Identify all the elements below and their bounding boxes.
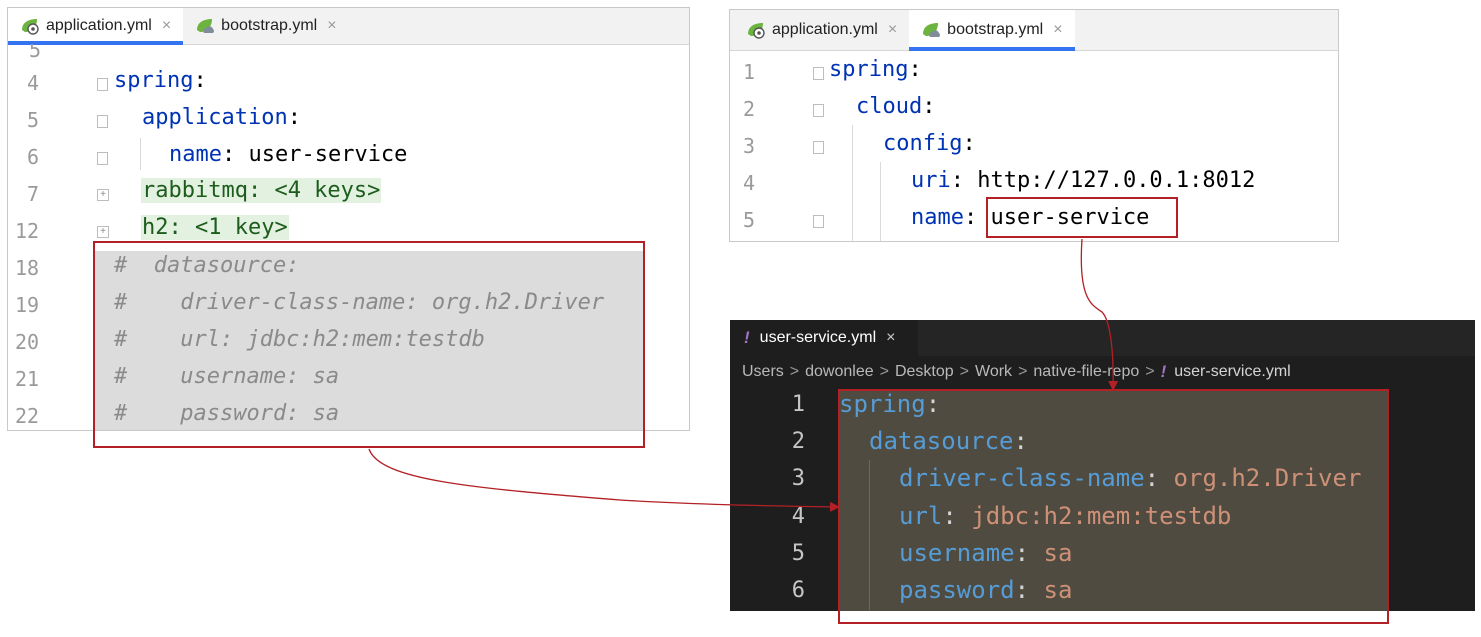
- line-number: 2: [743, 97, 756, 121]
- right-top-editor-tabbar: application.yml × bootstrap.yml ×: [730, 10, 1338, 51]
- line-number: 7: [27, 182, 40, 206]
- yaml-file-icon: !: [1160, 362, 1167, 381]
- folded-region[interactable]: h2: <1 key>: [141, 215, 289, 240]
- yaml-punct: :: [922, 94, 936, 119]
- yaml-file-icon: !: [744, 328, 750, 347]
- vscode-tabbar: ! user-service.yml ×: [730, 320, 1475, 356]
- line-number: 5: [27, 108, 40, 132]
- left-editor-tabbar: application.yml × bootstrap.yml ×: [8, 8, 689, 45]
- yaml-key: application: [142, 105, 288, 130]
- chevron-right-icon: >: [1018, 363, 1028, 380]
- spring-boot-cloud-icon: [923, 23, 941, 37]
- line-number: 1: [791, 392, 805, 417]
- chevron-right-icon: >: [1145, 363, 1155, 380]
- tab-label: bootstrap.yml: [221, 17, 318, 34]
- code-line: application:: [142, 105, 301, 130]
- line-number: 3: [791, 466, 805, 491]
- highlight-box-application-name: [986, 197, 1178, 238]
- breadcrumb-item[interactable]: Users: [742, 363, 784, 381]
- highlight-box-user-service-config: [838, 389, 1389, 624]
- breadcrumb-file[interactable]: user-service.yml: [1174, 363, 1290, 381]
- yaml-punct: :: [962, 131, 976, 156]
- spring-boot-config-icon: [22, 19, 39, 35]
- breadcrumb-item[interactable]: Work: [975, 363, 1012, 381]
- fold-end-marker-icon[interactable]: [813, 215, 824, 228]
- fold-marker-icon[interactable]: [813, 67, 824, 80]
- close-icon[interactable]: ×: [162, 17, 171, 35]
- fold-marker-icon[interactable]: [97, 115, 108, 128]
- tab-label: application.yml: [46, 17, 152, 34]
- line-number: 6: [791, 578, 805, 603]
- yaml-punct: :: [287, 105, 301, 130]
- yaml-punct: :: [908, 57, 922, 82]
- highlight-box-commented-datasource: [93, 241, 645, 448]
- fold-marker-icon[interactable]: [813, 104, 824, 117]
- spring-boot-cloud-icon: [197, 19, 215, 33]
- tab-label: bootstrap.yml: [947, 21, 1044, 38]
- indent-guide: [880, 162, 881, 241]
- line-number: 3: [743, 134, 756, 158]
- tab-application-yml[interactable]: application.yml ×: [730, 10, 909, 50]
- line-number: 21: [15, 367, 40, 391]
- yaml-key: spring: [829, 57, 909, 82]
- indent-guide: [852, 125, 853, 241]
- chevron-right-icon: >: [879, 363, 889, 380]
- breadcrumb-item[interactable]: native-file-repo: [1033, 363, 1139, 381]
- breadcrumb-item[interactable]: dowonlee: [805, 363, 874, 381]
- yaml-punct: :: [193, 68, 207, 93]
- line-number: 12: [15, 219, 40, 243]
- code-line: cloud:: [856, 94, 935, 119]
- code-line: name: user-service: [169, 142, 407, 167]
- yaml-value: http://127.0.0.1:8012: [977, 168, 1256, 193]
- line-number: 4: [791, 504, 805, 529]
- yaml-key: name: [169, 142, 222, 167]
- yaml-punct: :: [950, 168, 978, 193]
- close-icon[interactable]: ×: [327, 17, 336, 35]
- line-number: 18: [15, 256, 40, 280]
- yaml-key: uri: [911, 168, 951, 193]
- code-line: spring:: [114, 68, 207, 93]
- tab-application-yml[interactable]: application.yml ×: [8, 8, 184, 45]
- fold-marker-icon[interactable]: [97, 78, 108, 91]
- line-number: 22: [15, 404, 40, 428]
- spring-boot-config-icon: [748, 23, 765, 39]
- chevron-right-icon: >: [959, 363, 970, 380]
- tab-user-service-yml[interactable]: ! user-service.yml ×: [730, 320, 918, 356]
- yaml-punct: :: [221, 142, 249, 167]
- yaml-key: spring: [114, 68, 194, 93]
- folded-region[interactable]: rabbitmq: <4 keys>: [141, 178, 382, 203]
- yaml-value: user-service: [248, 142, 408, 167]
- code-line: uri: http://127.0.0.1:8012: [911, 168, 1255, 193]
- line-number: 4: [743, 171, 756, 195]
- yaml-key: config: [883, 131, 963, 156]
- expand-fold-icon[interactable]: +: [97, 189, 109, 201]
- line-number: 19: [15, 293, 40, 317]
- line-number: 4: [27, 71, 40, 95]
- line-number: 2: [791, 429, 805, 454]
- code-line: spring:: [829, 57, 922, 82]
- breadcrumb-item[interactable]: Desktop: [895, 363, 954, 381]
- yaml-key: cloud: [856, 94, 923, 119]
- yaml-key: name: [911, 205, 964, 230]
- code-line: config:: [883, 131, 976, 156]
- close-icon[interactable]: ×: [888, 21, 897, 39]
- close-icon[interactable]: ×: [886, 329, 895, 347]
- tab-bootstrap-yml[interactable]: bootstrap.yml ×: [183, 8, 348, 44]
- fold-end-marker-icon[interactable]: [97, 152, 108, 165]
- line-number: 6: [27, 145, 40, 169]
- fold-marker-icon[interactable]: [813, 141, 824, 154]
- line-number: 5: [791, 541, 805, 566]
- close-icon[interactable]: ×: [1053, 21, 1062, 39]
- indent-guide: [140, 138, 141, 170]
- tab-label: application.yml: [772, 21, 878, 38]
- line-number: 1: [743, 60, 756, 84]
- line-number: 20: [15, 330, 40, 354]
- chevron-right-icon: >: [789, 363, 800, 380]
- line-number: 5: [743, 208, 756, 232]
- expand-fold-icon[interactable]: +: [97, 226, 109, 238]
- tab-label: user-service.yml: [759, 329, 877, 346]
- tab-bootstrap-yml[interactable]: bootstrap.yml ×: [909, 10, 1075, 51]
- breadcrumb: Users > dowonlee > Desktop > Work > nati…: [742, 362, 1291, 382]
